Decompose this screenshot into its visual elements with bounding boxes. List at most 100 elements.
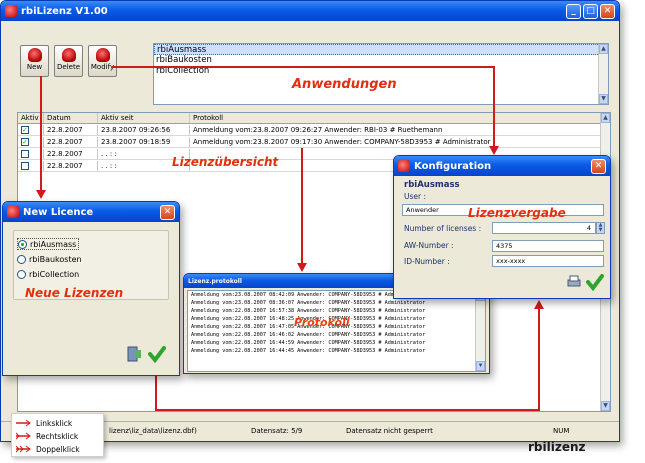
legend-item: Rechtsklick	[16, 431, 78, 441]
user-label: User :	[404, 192, 427, 201]
annotation-lizenzvergabe: Lizenzvergabe	[468, 206, 566, 220]
konfiguration-app-name: rbiAusmass	[404, 180, 460, 190]
new-licence-title: New Licence	[23, 206, 94, 218]
arrow-line	[493, 66, 495, 148]
badge-icon	[95, 48, 110, 62]
badge-icon	[61, 48, 76, 62]
checkbox-checked[interactable]: ✓	[21, 126, 29, 134]
application-item[interactable]: rbiBaukosten	[154, 55, 608, 66]
arrow-line	[112, 66, 494, 68]
option-rbicollection[interactable]: rbiCollection	[17, 268, 79, 280]
new-licence-dialog: New Licence ✕ rbiAusmass rbiBaukosten rb…	[2, 201, 180, 376]
option-label: rbiCollection	[29, 269, 80, 279]
app-icon	[398, 160, 410, 172]
new-licence-titlebar[interactable]: New Licence ✕	[3, 202, 179, 222]
scroll-down-icon[interactable]: ▼	[476, 361, 485, 371]
checkbox-checked[interactable]: ✓	[21, 138, 29, 146]
grid-header-cell[interactable]: Datum	[44, 113, 98, 123]
app-icon	[7, 206, 19, 218]
protocol-line: Anmeldung vom:22.08.2007 16:44:59 Anwend…	[191, 340, 426, 346]
legend-label: Linksklick	[36, 418, 73, 428]
datum-cell: 22.8.2007	[44, 161, 98, 171]
protocol-text[interactable]: Anmeldung vom:23.08.2007 08:42:09 Anwend…	[187, 290, 486, 372]
main-titlebar[interactable]: rbiLizenz V1.00 _ □ ✕	[1, 1, 619, 21]
close-button[interactable]: ✕	[160, 204, 175, 220]
aw-label: AW-Number :	[404, 241, 454, 250]
konfiguration-title: Konfiguration	[414, 160, 492, 172]
option-rbibaukosten[interactable]: rbiBaukosten	[17, 253, 82, 265]
scroll-down-icon[interactable]: ▼	[599, 94, 608, 104]
annotation-lizenzuebersicht: Lizenzübersicht	[172, 155, 279, 169]
close-button[interactable]: ✕	[591, 158, 606, 174]
new-button[interactable]: New	[20, 45, 49, 77]
annotation-anwendungen: Anwendungen	[292, 77, 397, 92]
legend-label: Doppelklick	[36, 444, 80, 454]
option-rbiausmass[interactable]: rbiAusmass	[17, 238, 80, 250]
delete-button-label: Delete	[57, 63, 80, 71]
aktiv-seit-cell: 23.8.2007 09:18:59	[98, 137, 190, 147]
brand-logo: rbilizenz	[528, 440, 586, 454]
radio-selected-icon	[18, 239, 27, 249]
protokoll-cell: Anmeldung vom:23.8.2007 09:26:27 Anwende…	[190, 125, 602, 135]
status-path: lizenz\liz_data\lizenz.dbf)	[109, 427, 197, 435]
status-datensatz: Datensatz: 5/9	[251, 427, 303, 435]
click-legend: Linksklick Rechtsklick Doppelklick	[11, 413, 104, 457]
aktiv-seit-cell: 23.8.2007 09:26:56	[98, 125, 190, 135]
protocol-line: Anmeldung vom:22.08.2007 16:46:02 Anwend…	[191, 332, 426, 338]
konfiguration-titlebar[interactable]: Konfiguration ✕	[394, 156, 610, 176]
option-label: rbiBaukosten	[29, 254, 82, 264]
right-click-arrow-icon	[16, 432, 31, 440]
checkbox-unchecked[interactable]	[21, 150, 29, 158]
protocol-line: Anmeldung vom:22.08.2007 16:57:38 Anwend…	[191, 308, 426, 314]
app-icon	[5, 5, 17, 17]
protocol-line: Anmeldung vom:23.08.2007 08:36:07 Anwend…	[191, 300, 426, 306]
checkbox-unchecked[interactable]	[21, 162, 29, 170]
legend-label: Rechtsklick	[36, 431, 79, 441]
arrow-line	[155, 409, 540, 411]
exit-door-icon[interactable]	[125, 345, 143, 363]
minimize-button[interactable]: _	[566, 3, 581, 19]
scroll-up-icon[interactable]: ▲	[599, 44, 608, 54]
annotation-protokoll: Protokoll	[294, 316, 350, 329]
konfiguration-dialog: Konfiguration ✕ rbiAusmass User : Anwend…	[393, 155, 611, 299]
datum-cell: 22.8.2007	[44, 137, 98, 147]
licenses-label: Number of licenses :	[404, 224, 482, 233]
option-label: rbiAusmass	[30, 239, 77, 249]
scroll-up-icon[interactable]: ▲	[601, 113, 610, 123]
close-button[interactable]: ✕	[600, 3, 615, 19]
status-lock: Datensatz nicht gesperrt	[346, 427, 433, 435]
radio-icon	[17, 254, 26, 264]
application-item[interactable]: rbiAusmass	[154, 44, 608, 55]
arrow-head-icon	[297, 263, 307, 272]
arrow-line	[40, 76, 42, 194]
scroll-down-icon[interactable]: ▼	[601, 401, 610, 411]
main-window-title: rbiLizenz V1.00	[21, 5, 108, 17]
arrow-line	[538, 308, 540, 410]
protocol-line: Anmeldung vom:22.08.2007 16:44:45 Anwend…	[191, 348, 426, 354]
checkmark-icon[interactable]	[586, 273, 604, 291]
aw-input[interactable]: 4375	[492, 240, 604, 252]
applications-scrollbar[interactable]: ▲ ▼	[598, 44, 608, 104]
protokoll-cell: Anmeldung vom:23.8.2007 09:17:30 Anwende…	[190, 137, 602, 147]
arrow-head-icon	[36, 190, 46, 199]
grid-header-cell[interactable]: Protokoll	[190, 113, 602, 123]
datum-cell: 22.8.2007	[44, 149, 98, 159]
badge-icon	[27, 48, 42, 62]
status-num: NUM	[553, 427, 570, 435]
maximize-button[interactable]: □	[583, 3, 598, 19]
delete-button[interactable]: Delete	[54, 45, 83, 77]
legend-item: Doppelklick	[16, 444, 80, 454]
modify-button[interactable]: Modify	[88, 45, 117, 77]
arrow-head-icon	[534, 300, 544, 309]
protocol-scrollbar[interactable]: ▲ ▼	[475, 291, 485, 371]
single-arrow-icon	[16, 419, 31, 427]
applications-list[interactable]: rbiAusmass rbiBaukosten rbiCollection ▲ …	[153, 43, 609, 105]
licenses-input[interactable]: 4	[492, 222, 596, 234]
table-row[interactable]: ✓ 22.8.2007 23.8.2007 09:18:59 Anmeldung…	[18, 137, 602, 148]
table-row[interactable]: ✓ 22.8.2007 23.8.2007 09:26:56 Anmeldung…	[18, 125, 602, 136]
licenses-spinner-icon[interactable]: ▲ ▼	[596, 222, 605, 234]
id-input[interactable]: xxx-xxxx	[492, 255, 604, 267]
grid-header-cell[interactable]: Aktiv seit	[98, 113, 190, 123]
printer-icon[interactable]	[566, 274, 582, 290]
checkmark-icon[interactable]	[148, 345, 166, 363]
